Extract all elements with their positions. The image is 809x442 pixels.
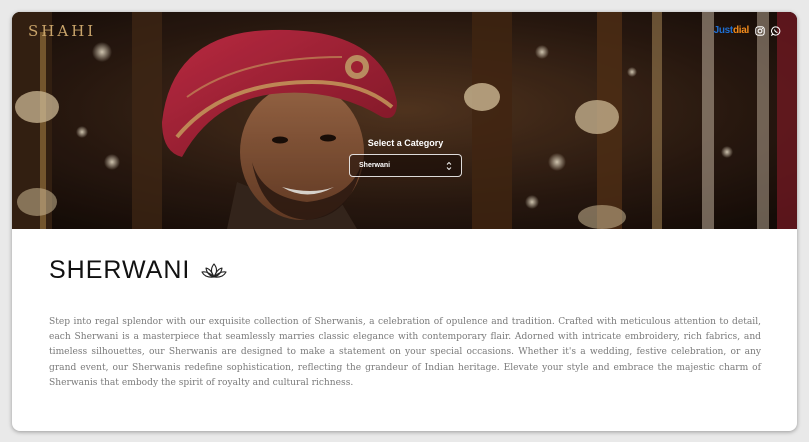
page-title: SHERWANI <box>49 256 191 284</box>
justdial-label-part2: dial <box>732 25 749 36</box>
category-selected-value: Sherwani <box>359 162 391 169</box>
chevron-updown-icon <box>446 161 452 171</box>
lotus-icon <box>201 262 227 278</box>
social-links: Justdial <box>714 25 781 36</box>
hero-banner: SHAHI Justdial Select a Category Sherwan… <box>12 12 797 229</box>
brand-logo[interactable]: SHAHI <box>28 22 96 40</box>
justdial-label-part1: Just <box>713 25 734 36</box>
hero-image <box>12 12 797 229</box>
justdial-link[interactable]: Justdial <box>713 25 750 36</box>
whatsapp-icon[interactable] <box>771 25 781 36</box>
page-card: SHAHI Justdial Select a Category Sherwan… <box>12 12 797 431</box>
category-description: Step into regal splendor with our exquis… <box>49 317 761 388</box>
category-label: Select a Category <box>367 138 444 148</box>
category-select[interactable]: Sherwani <box>349 154 462 177</box>
section-heading: SHERWANI <box>49 256 227 285</box>
category-selector: Select a Category Sherwani <box>349 138 462 177</box>
instagram-icon[interactable] <box>755 25 765 36</box>
